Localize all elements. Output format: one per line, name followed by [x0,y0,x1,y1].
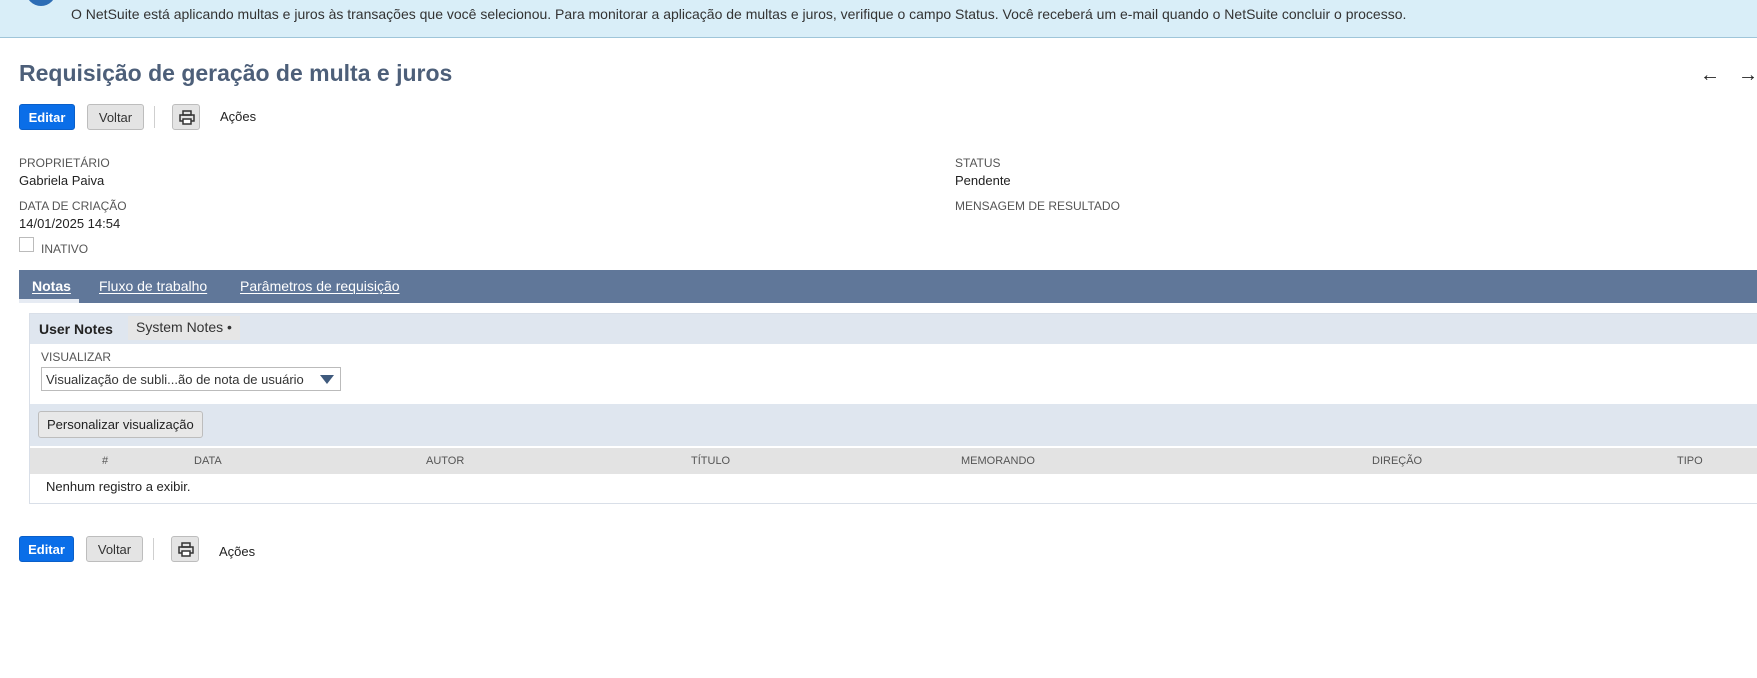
column-header-direcao[interactable]: DIREÇÃO [1372,455,1422,467]
back-button[interactable]: Voltar [87,104,144,130]
subtab-user-notes[interactable]: User Notes [39,321,113,337]
customize-bar [30,404,1757,446]
column-header-autor[interactable]: AUTOR [426,455,464,467]
empty-grid-message: Nenhum registro a exibir. [46,479,191,494]
view-label: VISUALIZAR [41,350,112,364]
customize-view-button[interactable]: Personalizar visualização [38,411,203,438]
back-button-bottom[interactable]: Voltar [86,536,143,562]
column-header-number[interactable]: # [102,455,108,467]
owner-value: Gabriela Paiva [19,173,105,188]
banner-message: O NetSuite está aplicando multas e juros… [71,6,1407,22]
actions-menu[interactable]: Ações [220,109,256,124]
notification-banner: O NetSuite está aplicando multas e juros… [0,0,1757,38]
notes-panel: User Notes System Notes • VISUALIZAR Vis… [29,313,1757,504]
page-title: Requisição de geração de multa e juros [19,60,453,86]
grid-header: # DATA AUTOR TÍTULO MEMORANDO DIREÇÃO TI… [30,448,1757,474]
tab-fluxo-de-trabalho[interactable]: Fluxo de trabalho [99,278,207,294]
toolbar-divider [154,106,155,128]
column-header-memorando[interactable]: MEMORANDO [961,455,1035,467]
chevron-down-icon [320,375,334,384]
column-header-titulo[interactable]: TÍTULO [691,455,730,467]
view-select[interactable]: Visualização de subli...ão de nota de us… [41,367,341,391]
column-header-tipo[interactable]: TIPO [1677,455,1703,467]
view-select-value: Visualização de subli...ão de nota de us… [46,372,304,387]
active-tab-indicator [19,299,79,303]
subtabs-bar: User Notes System Notes • [30,314,1757,344]
next-record-arrow-icon[interactable]: → [1738,64,1757,87]
tab-notas[interactable]: Notas [32,278,71,294]
result-message-label: MENSAGEM DE RESULTADO [955,199,1120,213]
previous-record-arrow-icon[interactable]: ← [1700,64,1720,87]
tab-parametros-de-requisicao[interactable]: Parâmetros de requisição [240,278,400,294]
created-date-label: DATA DE CRIAÇÃO [19,199,127,213]
main-tabs: Notas Fluxo de trabalho Parâmetros de re… [19,270,1757,303]
printer-icon [178,542,194,557]
actions-menu-bottom[interactable]: Ações [219,544,255,559]
status-value: Pendente [955,173,1011,188]
info-icon [26,0,56,6]
inactive-checkbox[interactable] [19,237,34,252]
owner-label: PROPRIETÁRIO [19,156,110,170]
subtab-system-notes[interactable]: System Notes • [128,316,240,340]
print-button[interactable] [172,104,200,130]
printer-icon [179,110,195,125]
inactive-label: INATIVO [41,242,89,256]
created-date-value: 14/01/2025 14:54 [19,216,121,231]
column-header-data[interactable]: DATA [194,455,222,467]
toolbar-divider-bottom [153,538,154,560]
edit-button[interactable]: Editar [19,104,75,130]
print-button-bottom[interactable] [171,536,199,562]
edit-button-bottom[interactable]: Editar [19,536,74,562]
status-label: STATUS [955,156,1001,170]
